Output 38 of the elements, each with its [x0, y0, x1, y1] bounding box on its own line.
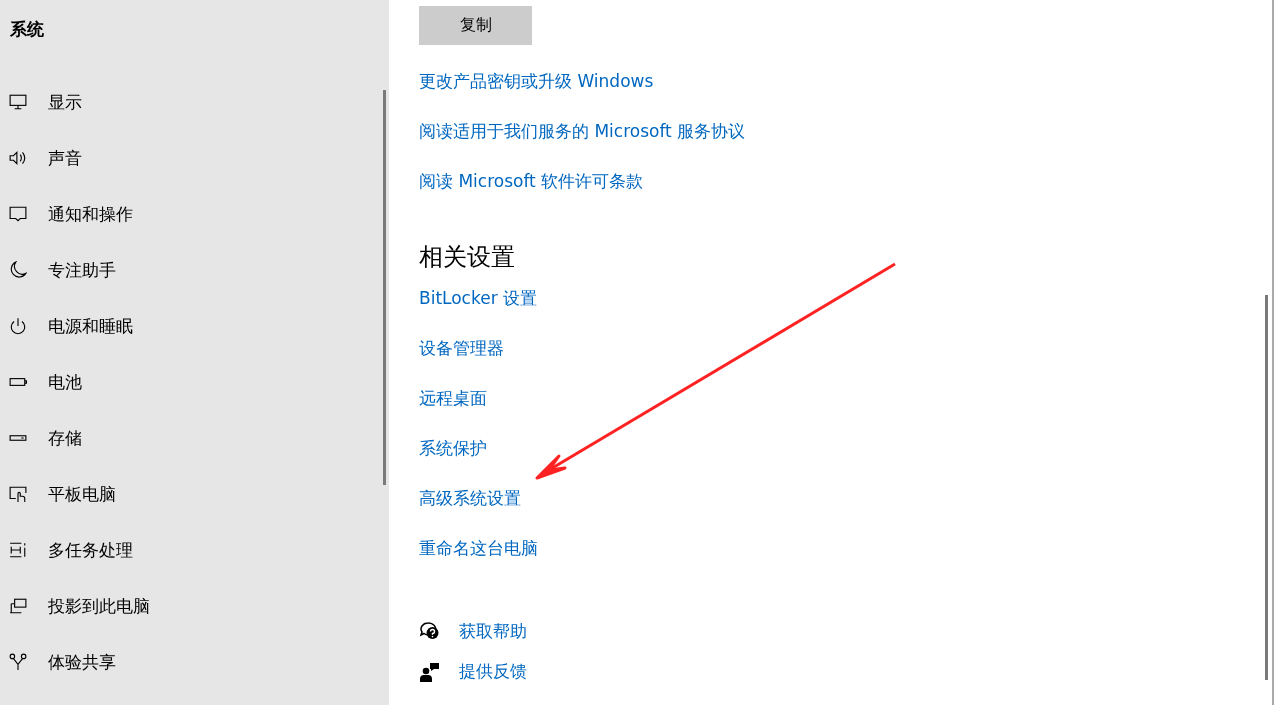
- link[interactable]: 重命名这台电脑: [419, 537, 538, 560]
- link[interactable]: 设备管理器: [419, 337, 504, 360]
- link[interactable]: 提供反馈: [459, 660, 527, 683]
- sidebar-item[interactable]: 体验共享: [0, 634, 389, 690]
- sidebar-item[interactable]: 存储: [0, 410, 389, 466]
- sidebar-item[interactable]: 投影到此电脑: [0, 578, 389, 634]
- sound-icon: [9, 149, 27, 167]
- moon-icon: [9, 261, 27, 279]
- sidebar-title: 系统: [9, 18, 45, 41]
- link[interactable]: BitLocker 设置: [419, 287, 538, 310]
- link[interactable]: 高级系统设置: [419, 487, 521, 510]
- link[interactable]: 阅读适用于我们服务的 Microsoft 服务协议: [419, 120, 746, 143]
- power-icon: [9, 317, 27, 335]
- scrollbar[interactable]: [383, 90, 386, 485]
- display-icon: [9, 93, 27, 111]
- project-icon: [9, 597, 27, 615]
- sidebar-item[interactable]: 平板电脑: [0, 466, 389, 522]
- sidebar-item[interactable]: 多任务处理: [0, 522, 389, 578]
- sidebar-item[interactable]: 显示: [0, 74, 389, 130]
- scrollbar[interactable]: [1265, 295, 1268, 680]
- link[interactable]: 系统保护: [419, 437, 487, 460]
- feedback-icon: [419, 661, 441, 682]
- sidebar-item[interactable]: 通知和操作: [0, 186, 389, 242]
- sidebar-item[interactable]: 电源和睡眠: [0, 298, 389, 354]
- help-icon: [419, 621, 441, 642]
- sidebar-item[interactable]: 专注助手: [0, 242, 389, 298]
- share-icon: [9, 653, 27, 671]
- copy-button[interactable]: 复制: [419, 6, 532, 45]
- notify-icon: [9, 205, 27, 223]
- multitask-icon: [9, 541, 27, 559]
- tablet-icon: [9, 485, 27, 503]
- link[interactable]: 远程桌面: [419, 387, 487, 410]
- link[interactable]: 获取帮助: [459, 620, 527, 643]
- sidebar-item[interactable]: 声音: [0, 130, 389, 186]
- sidebar-item[interactable]: 电池: [0, 354, 389, 410]
- section-heading: 相关设置: [419, 242, 515, 273]
- link[interactable]: 更改产品密钥或升级 Windows: [419, 70, 654, 93]
- link[interactable]: 阅读 Microsoft 软件许可条款: [419, 170, 644, 193]
